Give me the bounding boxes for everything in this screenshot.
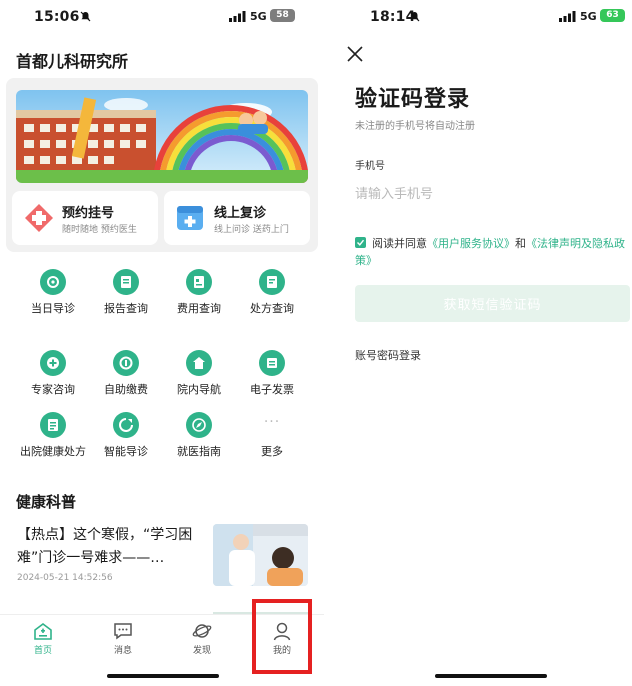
grid-item-hospital-navigation[interactable]: 院内导航: [159, 350, 239, 397]
hospital-home-screen: 15:06 5G 58 首都儿科研究所 预约挂号 随时随地 预约医生 线上复诊 …: [0, 0, 324, 686]
grid-label: 当日导诊: [31, 302, 75, 315]
app-title: 首都儿科研究所: [16, 52, 129, 71]
status-bar: 18:14 5G 63: [324, 0, 632, 34]
smart-guide-icon: [113, 412, 139, 438]
signal-icon: [559, 11, 576, 22]
home-icon: [34, 623, 52, 640]
network-type: 5G: [580, 10, 597, 23]
online-revisit-title: 线上复诊: [214, 206, 267, 221]
home-indicator: [435, 674, 547, 678]
agreement-row: 阅读并同意《用户服务协议》和《法律声明及隐私政策》: [355, 235, 632, 269]
network-type: 5G: [250, 10, 267, 23]
invoice-icon: [259, 350, 285, 376]
online-revisit-subtitle: 线上问诊 送药上门: [214, 225, 289, 235]
consult-icon: [40, 350, 66, 376]
tab-label: 消息: [113, 646, 132, 656]
home-indicator: [107, 674, 219, 678]
close-icon[interactable]: [346, 45, 364, 63]
grid-item-self-payment[interactable]: 自助缴费: [86, 350, 166, 397]
register-hint: 未注册的手机号将自动注册: [355, 121, 475, 132]
tab-home[interactable]: 首页: [18, 621, 68, 656]
prescription-icon: [259, 269, 285, 295]
planet-icon: [192, 624, 212, 638]
tab-label: 首页: [33, 646, 52, 656]
mute-bell-icon: [409, 11, 420, 22]
grid-item-e-invoice[interactable]: 电子发票: [232, 350, 312, 397]
status-bar: 15:06 5G 58: [0, 0, 324, 34]
appointment-subtitle: 随时随地 预约医生: [62, 225, 137, 235]
appointment-title: 预约挂号: [62, 206, 115, 221]
grid-item-fee-query[interactable]: 费用查询: [159, 269, 239, 316]
news-thumbnail[interactable]: [213, 524, 308, 586]
guide-icon: [40, 269, 66, 295]
grid-item-smart-guide[interactable]: 智能导诊: [86, 412, 166, 459]
navigation-icon: [186, 350, 212, 376]
grid-item-more[interactable]: ··· 更多: [232, 412, 312, 459]
grid-label: 就医指南: [177, 445, 221, 458]
sms-login-screen: 18:14 5G 63 验证码登录 未注册的手机号将自动注册 手机号 阅读并同意…: [324, 0, 632, 686]
online-revisit-card[interactable]: 线上复诊 线上问诊 送药上门: [164, 191, 310, 245]
online-clinic-icon: [177, 206, 203, 230]
grid-label: 报告查询: [104, 302, 148, 315]
battery-level: 63: [600, 9, 625, 22]
grid-item-discharge-health[interactable]: 出院健康处方: [13, 412, 93, 459]
grid-item-prescription-query[interactable]: 处方查询: [232, 269, 312, 316]
mute-bell-icon: [80, 11, 91, 22]
grid-label: 智能导诊: [104, 445, 148, 458]
grid-item-daily-guide[interactable]: 当日导诊: [13, 269, 93, 316]
grid-label: 自助缴费: [104, 383, 148, 396]
discharge-icon: [40, 412, 66, 438]
appointment-card[interactable]: 预约挂号 随时随地 预约医生: [12, 191, 158, 245]
message-icon: [114, 623, 132, 640]
agreement-checkbox[interactable]: [355, 237, 366, 248]
news-title[interactable]: 【热点】这个寒假，“学习困难”门诊一号难求——…: [17, 524, 203, 570]
grid-item-expert-consult[interactable]: 专家咨询: [13, 350, 93, 397]
grid-label: 费用查询: [177, 302, 221, 315]
hospital-banner-image[interactable]: [16, 90, 308, 183]
phone-label: 手机号: [355, 161, 385, 172]
grid-label: 处方查询: [250, 302, 294, 315]
section-title-health: 健康科普: [16, 493, 77, 511]
check-icon: [357, 239, 365, 246]
grid-label: 电子发票: [250, 383, 294, 396]
grid-item-medical-guide[interactable]: 就医指南: [159, 412, 239, 459]
tab-messages[interactable]: 消息: [98, 621, 148, 656]
grid-label: 更多: [261, 445, 283, 458]
user-agreement-link[interactable]: 《用户服务协议》: [427, 237, 515, 250]
news-date: 2024-05-21 14:52:56: [17, 573, 113, 583]
compass-icon: [186, 412, 212, 438]
medical-cross-icon: [25, 204, 53, 232]
fee-icon: [186, 269, 212, 295]
more-icon: ···: [263, 414, 281, 430]
get-sms-code-button[interactable]: 获取短信验证码: [355, 285, 630, 322]
grid-label: 出院健康处方: [20, 445, 86, 458]
status-time: 15:06: [34, 9, 80, 25]
tab-discover[interactable]: 发现: [177, 621, 227, 656]
tab-label: 发现: [192, 646, 211, 656]
payment-icon: [113, 350, 139, 376]
agreement-prefix: 阅读并同意: [372, 237, 427, 250]
password-login-link[interactable]: 账号密码登录: [355, 347, 421, 363]
signal-icon: [229, 11, 246, 22]
page-title: 验证码登录: [355, 87, 471, 112]
highlight-box-profile-tab: [252, 599, 312, 674]
phone-input[interactable]: [355, 182, 625, 206]
agreement-and: 和: [515, 237, 526, 250]
grid-label: 专家咨询: [31, 383, 75, 396]
report-icon: [113, 269, 139, 295]
battery-level: 58: [270, 9, 295, 22]
grid-label: 院内导航: [177, 383, 221, 396]
grid-item-report-query[interactable]: 报告查询: [86, 269, 166, 316]
